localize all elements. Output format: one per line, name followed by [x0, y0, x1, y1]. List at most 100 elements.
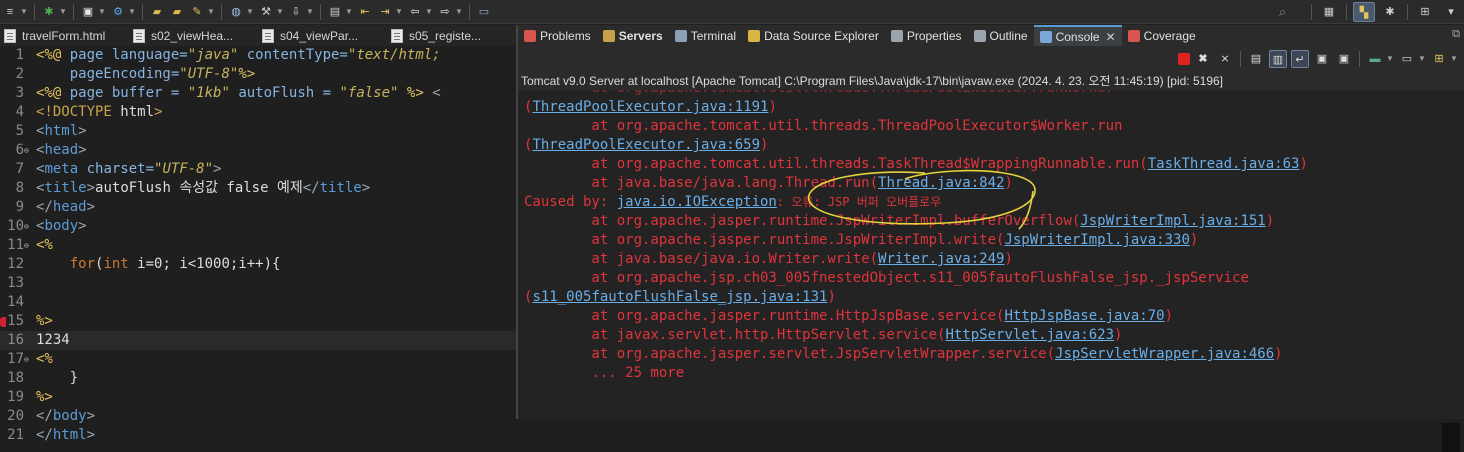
scroll-lock-icon[interactable]: ▥ — [1269, 50, 1287, 68]
code-line[interactable]: 13 — [0, 274, 516, 293]
stacktrace-link[interactable]: JspWriterImpl.java:330 — [1004, 232, 1189, 248]
view-tab-coverage[interactable]: Coverage — [1122, 25, 1202, 46]
chevron-down-icon[interactable]: ▼ — [128, 4, 136, 20]
code-line[interactable]: 15 %> — [0, 312, 516, 331]
fold-toggle-icon[interactable]: ⊖ — [24, 236, 32, 255]
java-ee-perspective-icon[interactable]: ▚ — [1353, 2, 1375, 22]
view-tab-problems[interactable]: Problems — [518, 25, 597, 46]
code-line[interactable]: 8 <title>autoFlush 속성값 false 예제</title> — [0, 179, 516, 198]
prev-icon[interactable]: ⇦ — [407, 4, 423, 20]
new-icon[interactable]: ▣ — [80, 4, 96, 20]
view-icon[interactable]: ▭ — [476, 4, 492, 20]
debug-perspective-icon[interactable]: ✱ — [1379, 2, 1401, 22]
code-line[interactable]: 9 </head> — [0, 198, 516, 217]
chevron-down-icon[interactable]: ▼ — [345, 4, 353, 20]
code-line[interactable]: 17⊖ <% — [0, 350, 516, 369]
stacktrace-link[interactable]: ThreadPoolExecutor.java:659 — [532, 137, 760, 153]
stacktrace-link[interactable]: s11_005fautoFlushFalse_jsp.java:131 — [532, 289, 827, 305]
stacktrace-link[interactable]: HttpJspBase.java:70 — [1004, 308, 1164, 324]
stacktrace-link[interactable]: java.io.IOException — [617, 194, 777, 210]
editor-tab[interactable]: s02_viewHea... — [129, 26, 258, 46]
code-line[interactable]: 11⊖ <% — [0, 236, 516, 255]
clear-console-icon[interactable]: ▤ — [1247, 50, 1265, 68]
code-line[interactable]: 5 <html> — [0, 122, 516, 141]
code-line[interactable]: 18 } — [0, 369, 516, 388]
code-line[interactable]: 6⊖ <head> — [0, 141, 516, 160]
code-line[interactable]: 1 <%@ page language="java" contentType="t… — [0, 46, 516, 65]
view-tab-properties[interactable]: Properties — [885, 25, 968, 46]
code-line[interactable]: 7 <meta charset="UTF-8"> — [0, 160, 516, 179]
chevron-down-icon[interactable]: ▼ — [1418, 51, 1426, 67]
close-icon[interactable]: ✕ — [1106, 30, 1116, 44]
menu-icon[interactable]: ≡ — [2, 4, 18, 20]
code-line[interactable]: 12 for(int i=0; i<1000;i++){ — [0, 255, 516, 274]
fold-toggle-icon[interactable]: ⊖ — [24, 350, 32, 369]
import-icon[interactable]: ⇩ — [288, 4, 304, 20]
pin-console-icon[interactable]: ▬ — [1366, 50, 1384, 68]
stacktrace-link[interactable]: JspServletWrapper.java:466 — [1055, 346, 1274, 362]
chevron-down-icon[interactable]: ▼ — [1450, 51, 1458, 67]
code-line[interactable]: 2 pageEncoding="UTF-8"%> — [0, 65, 516, 84]
view-tab-data-source-explorer[interactable]: Data Source Explorer — [742, 25, 885, 46]
next-icon[interactable]: ⇨ — [437, 4, 453, 20]
terminate-icon[interactable] — [1178, 53, 1190, 65]
chevron-down-icon[interactable]: ▼ — [1386, 51, 1394, 67]
stacktrace-link[interactable]: JspWriterImpl.java:151 — [1080, 213, 1265, 229]
word-wrap-icon[interactable]: ↵ — [1291, 50, 1309, 68]
tools-icon[interactable]: ⚒ — [258, 4, 274, 20]
open-file-icon[interactable]: ▰ — [169, 4, 185, 20]
view-tab-terminal[interactable]: Terminal — [669, 25, 742, 46]
search-icon[interactable]: ⌕ — [1279, 4, 1295, 20]
stacktrace-link[interactable]: Thread.java:842 — [878, 175, 1004, 191]
editor-tab[interactable]: travelForm.html — [0, 26, 129, 46]
stacktrace-link[interactable]: TaskThread.java:63 — [1148, 156, 1300, 172]
back-icon[interactable]: ⇤ — [357, 4, 373, 20]
code-line[interactable]: 16 1234 — [0, 331, 516, 350]
chevron-down-icon[interactable]: ▼ — [276, 4, 284, 20]
chevron-down-icon[interactable]: ▼ — [455, 4, 463, 20]
code-line[interactable]: 19 %> — [0, 388, 516, 407]
editor-tab[interactable]: s05_registe... — [387, 26, 516, 46]
chevron-down-icon[interactable]: ▼ — [20, 4, 28, 20]
perspective-icon[interactable]: ▦ — [1318, 2, 1340, 22]
debug-icon[interactable]: ✱ — [41, 4, 57, 20]
code-line[interactable]: 20 </body> — [0, 407, 516, 426]
remove-all-icon[interactable]: ⨯ — [1216, 50, 1234, 68]
globe-icon[interactable]: ◍ — [228, 4, 244, 20]
stacktrace-link[interactable]: Writer.java:249 — [878, 251, 1004, 267]
fold-toggle-icon[interactable]: ⊖ — [24, 141, 32, 160]
add-perspective-icon[interactable]: ⊞ — [1414, 2, 1436, 22]
chevron-down-icon[interactable]: ▼ — [246, 4, 254, 20]
view-tab-outline[interactable]: Outline — [968, 25, 1034, 46]
chevron-down-icon[interactable]: ▼ — [306, 4, 314, 20]
remove-launch-icon[interactable]: ✖ — [1194, 50, 1212, 68]
error-marker-icon[interactable] — [0, 317, 6, 327]
new-console-icon[interactable]: ⊞ — [1430, 50, 1448, 68]
export-icon[interactable]: ▤ — [327, 4, 343, 20]
scrollbar[interactable] — [1442, 423, 1460, 452]
fold-toggle-icon[interactable]: ⊖ — [24, 217, 32, 236]
code-editor[interactable]: 1 <%@ page language="java" contentType="t… — [0, 46, 516, 452]
code-line[interactable]: 4 <!DOCTYPE html> — [0, 103, 516, 122]
show-on-stderr-icon[interactable]: ▣ — [1335, 50, 1353, 68]
code-line[interactable]: 21 </html> — [0, 426, 516, 445]
view-tab-servers[interactable]: Servers — [597, 25, 669, 46]
chevron-down-icon[interactable]: ▼ — [59, 4, 67, 20]
chevron-down-icon[interactable]: ▼ — [207, 4, 215, 20]
chevron-down-icon[interactable]: ▼ — [425, 4, 433, 20]
display-console-icon[interactable]: ▭ — [1398, 50, 1416, 68]
console-output[interactable]: at org.apache.tomcat.util.threads.Thread… — [518, 90, 1464, 419]
forward-icon[interactable]: ⇥ — [377, 4, 393, 20]
code-line[interactable]: 3 <%@ page buffer = "1kb" autoFlush = "fa… — [0, 84, 516, 103]
editor-tab[interactable]: s04_viewPar... — [258, 26, 387, 46]
stacktrace-link[interactable]: HttpServlet.java:623 — [945, 327, 1114, 343]
stacktrace-link[interactable]: ThreadPoolExecutor.java:1191 — [532, 99, 768, 115]
open-folder-icon[interactable]: ▰ — [149, 4, 165, 20]
more-icon[interactable]: ▾ — [1440, 2, 1462, 22]
maximize-icon[interactable]: ⧉ — [1452, 28, 1460, 41]
chevron-down-icon[interactable]: ▼ — [395, 4, 403, 20]
code-line[interactable]: 14 — [0, 293, 516, 312]
run-icon[interactable]: ⚙ — [110, 4, 126, 20]
view-tab-console[interactable]: Console ✕ — [1033, 25, 1122, 46]
code-line[interactable]: 10⊖ <body> — [0, 217, 516, 236]
